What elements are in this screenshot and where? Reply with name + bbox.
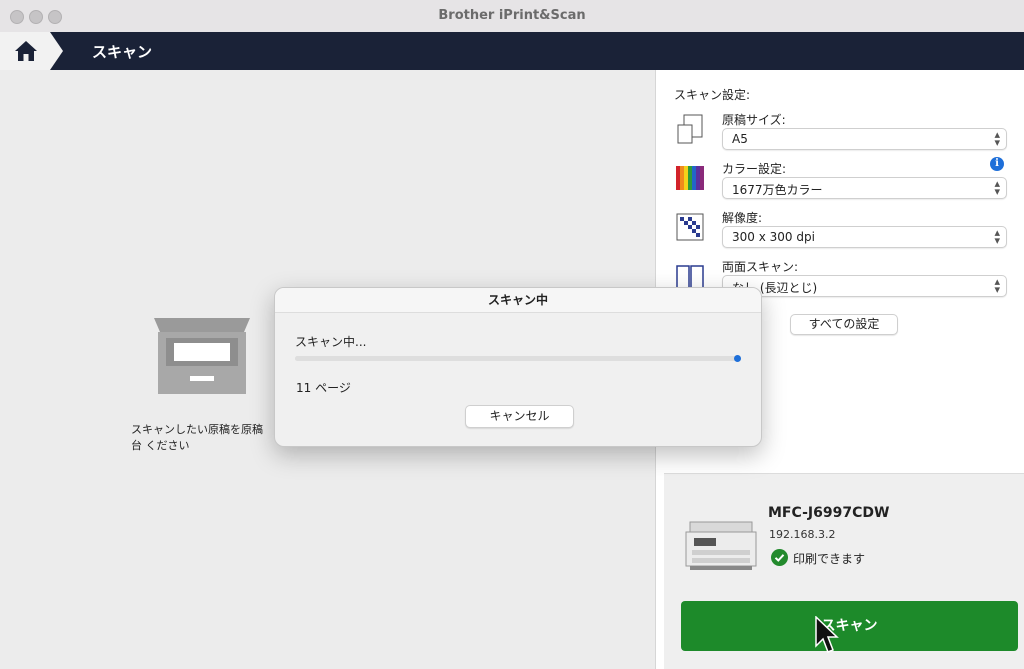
info-icon[interactable]: i xyxy=(990,157,1004,171)
page-title: スキャン xyxy=(92,43,153,61)
preview-instruction: スキャンしたい原稿を原稿台 ください xyxy=(131,423,263,452)
setting-label-duplex: 両面スキャン: xyxy=(722,260,799,274)
checkmark-icon xyxy=(771,549,788,566)
printer-name: MFC-J6997CDW xyxy=(768,505,890,521)
all-settings-button[interactable]: すべての設定 xyxy=(790,314,898,335)
mouse-cursor-icon xyxy=(815,615,839,660)
setting-label-size: 原稿サイズ: xyxy=(722,113,786,127)
document-size-value: A5 xyxy=(732,132,748,146)
setting-label-color: カラー設定: xyxy=(722,162,787,176)
nav-bar: スキャン xyxy=(0,32,1024,70)
color-bars-icon xyxy=(675,163,705,193)
scanner-illustration xyxy=(148,316,256,402)
printer-ip: 192.168.3.2 xyxy=(769,528,836,541)
document-size-select[interactable]: A5 ▴ ▾ xyxy=(722,128,1007,150)
setting-label-resolution: 解像度: xyxy=(722,211,763,225)
select-chevron-icon: ▴ ▾ xyxy=(994,177,1000,198)
resolution-value: 300 x 300 dpi xyxy=(732,230,815,244)
home-button[interactable] xyxy=(0,32,63,70)
printer-status: 印刷できます xyxy=(793,552,866,566)
scanning-dialog: スキャン中 スキャン中... 11 ページ キャンセル xyxy=(274,287,762,447)
scan-progress-bar xyxy=(295,355,741,362)
cancel-button[interactable]: キャンセル xyxy=(465,405,574,428)
duplex-select[interactable]: なし (長辺とじ) ▴ ▾ xyxy=(722,275,1007,297)
select-chevron-icon: ▴ ▾ xyxy=(994,275,1000,296)
document-size-icon xyxy=(675,113,705,144)
progress-indicator xyxy=(734,355,741,362)
select-chevron-icon: ▴ ▾ xyxy=(994,128,1000,149)
home-icon xyxy=(15,41,37,61)
color-setting-value: 1677万色カラー xyxy=(732,183,823,197)
page-count: 11 ページ xyxy=(296,381,351,395)
dialog-status-text: スキャン中... xyxy=(295,335,367,349)
color-setting-select[interactable]: 1677万色カラー ▴ ▾ xyxy=(722,177,1007,199)
settings-header: スキャン設定: xyxy=(674,88,751,102)
resolution-icon xyxy=(675,212,705,242)
title-bar: Brother iPrint&Scan xyxy=(0,0,1024,33)
select-chevron-icon: ▴ ▾ xyxy=(994,226,1000,247)
dialog-title: スキャン中 xyxy=(275,288,761,313)
resolution-select[interactable]: 300 x 300 dpi ▴ ▾ xyxy=(722,226,1007,248)
window-title: Brother iPrint&Scan xyxy=(438,8,586,23)
app-window: Brother iPrint&Scan スキャン スキャンしたい原稿を原稿台 く… xyxy=(0,0,1024,669)
progress-fill xyxy=(295,356,741,361)
scan-button[interactable]: スキャン xyxy=(681,601,1018,651)
printer-image xyxy=(684,520,758,576)
